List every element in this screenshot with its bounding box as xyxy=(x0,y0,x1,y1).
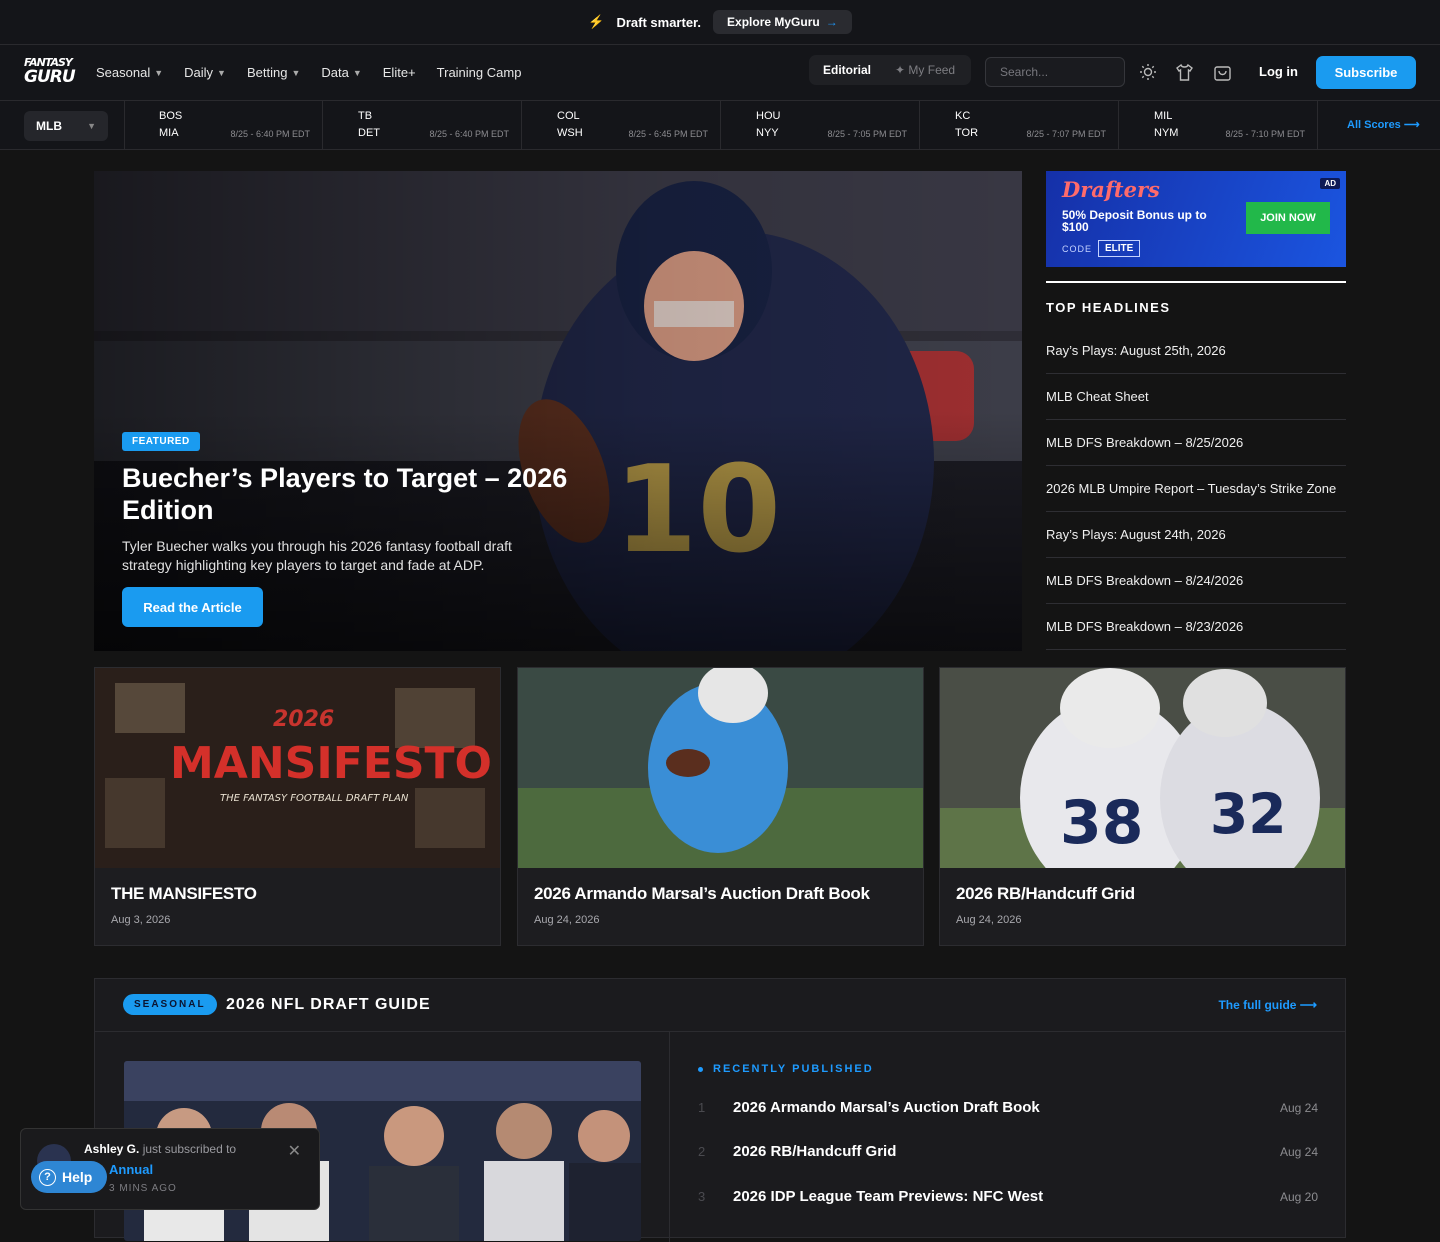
ad-brand: Drafters xyxy=(1062,177,1160,202)
menu-data[interactable]: Data ▼ xyxy=(321,65,361,80)
headline-item[interactable]: MLB DFS Breakdown – 8/24/2026 xyxy=(1046,558,1346,604)
menu-seasonal[interactable]: Seasonal ▼ xyxy=(96,65,163,80)
league-select[interactable]: MLB ▼ xyxy=(24,111,108,141)
guide-title: 2026 NFL DRAFT GUIDE xyxy=(226,996,431,1013)
menu-betting[interactable]: Betting ▼ xyxy=(247,65,300,80)
hero-description: Tyler Buecher walks you through his 2026… xyxy=(122,538,512,573)
read-article-button[interactable]: Read the Article xyxy=(122,587,263,627)
login-link[interactable]: Log in xyxy=(1259,64,1298,79)
game-item[interactable]: COL WSH 8/25 - 6:45 PM EDT xyxy=(522,101,721,150)
game-list: BOS MIA 8/25 - 6:40 PM EDT TB DET 8/25 - 6:4… xyxy=(124,101,1318,150)
chevron-down-icon: ▼ xyxy=(154,67,164,78)
svg-text:32: 32 xyxy=(1210,782,1287,846)
game-item[interactable]: TB DET 8/25 - 6:40 PM EDT xyxy=(323,101,522,150)
tab-editorial[interactable]: Editorial xyxy=(823,63,871,77)
chevron-down-icon: ▼ xyxy=(291,67,301,78)
promo-text: Draft smarter. xyxy=(616,14,702,30)
list-item[interactable]: 3 2026 IDP League Team Previews: NFC Wes… xyxy=(698,1177,1318,1217)
explore-myguru-button[interactable]: Explore MyGuru → xyxy=(713,10,852,34)
hero-photo: 10 xyxy=(94,171,1022,651)
card-date: Aug 3, 2026 xyxy=(111,914,171,926)
card-image xyxy=(518,668,923,868)
card-date: Aug 24, 2026 xyxy=(956,914,1022,926)
headline-item[interactable]: MLB DFS Breakdown – 8/23/2026 xyxy=(1046,604,1346,650)
site-logo[interactable]: FANTASY GURU xyxy=(24,56,76,90)
recently-published-label: RECENTLY PUBLISHED xyxy=(698,1063,874,1075)
arrow-right-icon: → xyxy=(825,15,838,29)
divider xyxy=(669,1032,670,1242)
bolt-icon: ⚡ xyxy=(588,14,605,29)
seasonal-pill: SEASONAL xyxy=(123,994,217,1015)
search-input[interactable] xyxy=(985,57,1125,87)
tab-my-feed[interactable]: ✦ My Feed xyxy=(895,63,955,77)
cart-icon[interactable] xyxy=(1213,63,1232,82)
game-item[interactable]: HOU NYY 8/25 - 7:05 PM EDT xyxy=(721,101,920,150)
ad-tag: AD xyxy=(1320,178,1340,189)
question-icon: ? xyxy=(39,1168,56,1186)
join-now-button[interactable]: JOIN NOW xyxy=(1246,202,1330,234)
list-item[interactable]: 1 2026 Armando Marsal’s Auction Draft Bo… xyxy=(698,1088,1318,1128)
main-nav: FANTASY GURU Seasonal ▼ Daily ▼ Betting ▼ D… xyxy=(0,45,1440,101)
svg-text:38: 38 xyxy=(1060,788,1144,858)
menu-daily[interactable]: Daily ▼ xyxy=(184,65,226,80)
svg-text:THE FANTASY FOOTBALL DRAFT PLA: THE FANTASY FOOTBALL DRAFT PLAN xyxy=(220,793,409,804)
sun-icon[interactable] xyxy=(1139,63,1157,81)
ad-code: ELITE xyxy=(1098,240,1141,257)
card-title[interactable]: 2026 Armando Marsal’s Auction Draft Book xyxy=(534,884,870,904)
promo-bar: ⚡ Draft smarter. Explore MyGuru → xyxy=(0,0,1440,45)
subscribe-button[interactable]: Subscribe xyxy=(1316,56,1416,89)
full-guide-link[interactable]: The full guide ⟶ xyxy=(1218,998,1317,1012)
headline-item[interactable]: Ray’s Plays: August 24th, 2026 xyxy=(1046,512,1346,558)
chevron-down-icon: ▼ xyxy=(217,67,226,78)
game-item[interactable]: KC TOR 8/25 - 7:07 PM EDT xyxy=(920,101,1119,150)
dot-icon xyxy=(698,1066,703,1072)
svg-text:MANSIFESTO: MANSIFESTO xyxy=(170,738,492,789)
ad-offer: 50% Deposit Bonus up to $100 xyxy=(1062,208,1207,234)
sponsor-ad[interactable]: Drafters AD 50% Deposit Bonus up to $100… xyxy=(1046,171,1346,267)
all-scores-link[interactable]: All Scores ⟶ xyxy=(1347,118,1420,131)
headline-item[interactable]: MLB Cheat Sheet xyxy=(1046,374,1346,420)
svg-text:2026: 2026 xyxy=(273,707,334,732)
card-date: Aug 24, 2026 xyxy=(534,914,600,926)
ad-code-label: CODE xyxy=(1062,244,1093,254)
menu-elite-plus[interactable]: Elite+ xyxy=(383,65,416,80)
game-item[interactable]: MIL NYM 8/25 - 7:10 PM EDT xyxy=(1119,101,1318,150)
headline-item[interactable]: 2026 MLB Umpire Report – Tuesday’s Strik… xyxy=(1046,466,1346,512)
chevron-down-icon: ▼ xyxy=(87,121,96,131)
headlines-title: TOP HEADLINES xyxy=(1046,300,1171,315)
headline-item[interactable]: Ray’s Plays: August 25th, 2026 xyxy=(1046,328,1346,374)
card-title[interactable]: THE MANSIFESTO xyxy=(111,884,257,904)
article-card[interactable]: 2026 MANSIFESTO THE FANTASY FOOTBALL DRA… xyxy=(94,667,501,946)
menu-training-camp[interactable]: Training Camp xyxy=(437,65,522,80)
list-item[interactable]: 2 2026 RB/Handcuff Grid Aug 24 xyxy=(698,1132,1318,1172)
featured-hero[interactable]: 10 FEATURED Buecher’s Players to Target … xyxy=(94,171,1022,651)
feed-toggle: Editorial ✦ My Feed xyxy=(809,55,971,85)
primary-menu: Seasonal ▼ Daily ▼ Betting ▼ Data ▼ Elite+ T… xyxy=(96,65,521,80)
headline-item[interactable]: MLB DFS Breakdown – 8/25/2026 xyxy=(1046,420,1346,466)
toast-text: Ashley G. just subscribed to xyxy=(84,1142,237,1156)
featured-badge: FEATURED xyxy=(122,432,200,451)
guide-header: SEASONAL 2026 NFL DRAFT GUIDE The full g… xyxy=(95,979,1345,1032)
card-title[interactable]: 2026 RB/Handcuff Grid xyxy=(956,884,1135,904)
scores-bar: MLB ▼ BOS MIA 8/25 - 6:40 PM EDT TB DET 8/25… xyxy=(0,101,1440,150)
game-item[interactable]: BOS MIA 8/25 - 6:40 PM EDT xyxy=(124,101,323,150)
top-headlines: TOP HEADLINES Ray’s Plays: August 25th, … xyxy=(1046,281,1346,653)
article-card[interactable]: 2026 Armando Marsal’s Auction Draft Book… xyxy=(517,667,924,946)
chevron-down-icon: ▼ xyxy=(352,67,362,78)
jersey-icon[interactable] xyxy=(1175,63,1194,82)
article-card[interactable]: 38 32 2026 RB/Handcuff Grid Aug 24, 2026 xyxy=(939,667,1346,946)
toast-time: 3 MINS AGO xyxy=(109,1183,177,1194)
card-image: 2026 MANSIFESTO THE FANTASY FOOTBALL DRA… xyxy=(95,668,500,868)
toast-plan: Annual xyxy=(109,1162,154,1177)
help-button[interactable]: ? Help xyxy=(31,1161,107,1193)
close-icon[interactable]: ✕ xyxy=(288,1141,301,1161)
card-image: 38 32 xyxy=(940,668,1345,868)
hero-title[interactable]: Buecher’s Players to Target – 2026 Editi… xyxy=(122,462,592,526)
